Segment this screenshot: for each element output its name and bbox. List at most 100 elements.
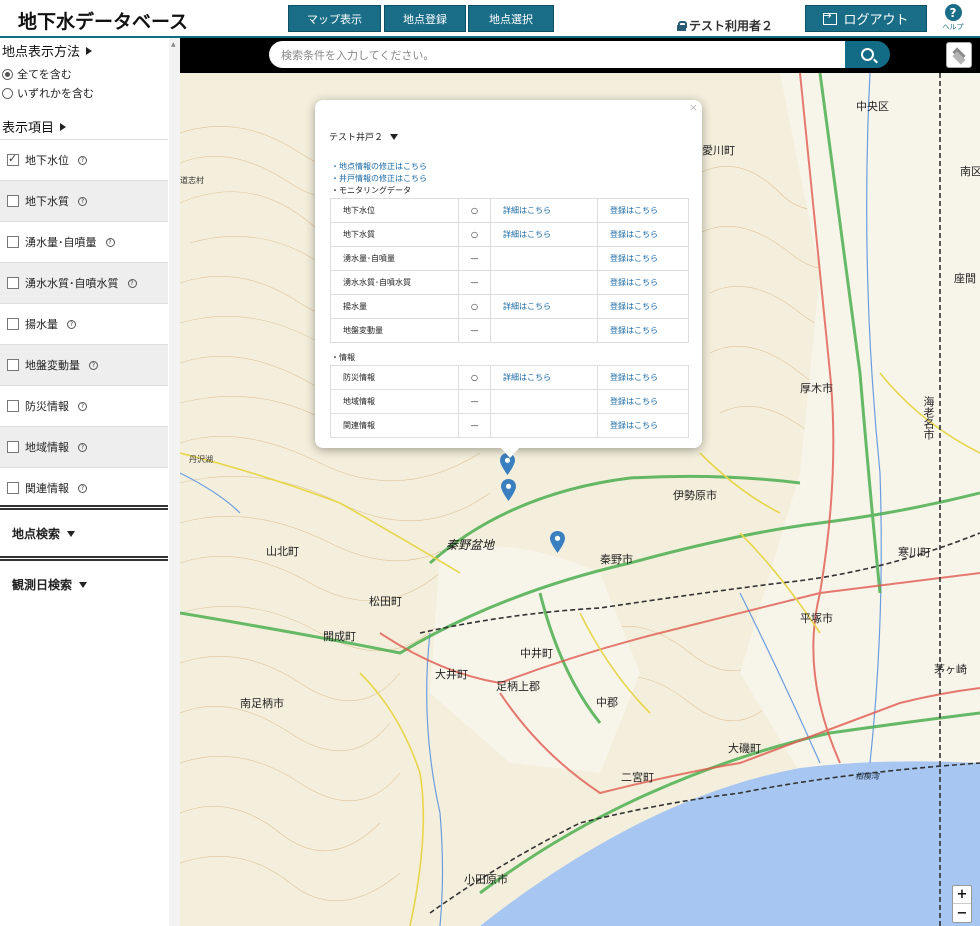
radio-all-button[interactable] <box>2 68 13 80</box>
map-label: 丹沢湖 <box>189 455 213 464</box>
search-input[interactable]: 検索条件を入力してください。 <box>269 41 847 68</box>
info-table: 防災情報 ○ 詳細はこちら 登録はこちら 地域情報 — 登録はこちら 関連情報 — 登録はこちら <box>330 365 689 438</box>
question-icon[interactable]: ? <box>78 196 87 206</box>
map-area[interactable]: 中央区 南区 愛川町 座間 厚木市 海老名市 伊勢原市 秦野盆地 秦野市 寒川町… <box>180 38 980 926</box>
register-link[interactable]: 登録はこちら <box>597 270 689 295</box>
display-method-heading[interactable]: 地点表示方法 <box>2 41 93 60</box>
popup-table-row: 地盤変動量 — 登録はこちら <box>330 318 689 343</box>
map-label: 南足柄市 <box>240 697 284 710</box>
sidebar-scrollbar[interactable]: ▲ <box>169 38 180 926</box>
detail-link <box>490 413 598 438</box>
well-marker-pin[interactable] <box>501 479 516 501</box>
zoom-in-button[interactable]: + <box>953 886 971 904</box>
display-item-checkbox[interactable] <box>7 482 19 494</box>
divider <box>0 556 168 561</box>
map-label: 寒川町 <box>898 546 931 559</box>
register-link[interactable]: 登録はこちら <box>597 389 689 414</box>
detail-link[interactable]: 詳細はこちら <box>490 198 598 223</box>
detail-link[interactable]: 詳細はこちら <box>490 365 598 390</box>
date-search-toggle[interactable]: 観測日検索 <box>12 576 88 593</box>
display-item-checkbox[interactable] <box>7 195 19 207</box>
map-label: 松田町 <box>369 595 402 608</box>
help-button[interactable]: ? ヘルプ <box>939 4 967 32</box>
map-label: 南区 <box>960 165 980 178</box>
register-link[interactable]: 登録はこちら <box>597 294 689 319</box>
map-label: 大磯町 <box>728 742 761 755</box>
display-item-checkbox[interactable] <box>7 152 19 166</box>
display-item-checkbox[interactable] <box>7 441 19 453</box>
map-label: 開成町 <box>323 630 356 643</box>
logout-label: ログアウト <box>843 13 909 28</box>
display-item-row[interactable]: 揚水量? <box>0 303 168 344</box>
map-label: 中央区 <box>856 100 889 113</box>
map-label: 山北町 <box>266 545 299 558</box>
search-button[interactable] <box>845 41 890 68</box>
radio-all[interactable]: 全てを含む <box>2 66 72 82</box>
question-icon[interactable]: ? <box>78 155 87 165</box>
radio-any[interactable]: いずれかを含む <box>2 85 94 101</box>
display-item-checkbox[interactable] <box>7 400 19 412</box>
map-label: 小田原市 <box>464 873 508 886</box>
logout-button[interactable]: ログアウト <box>805 5 927 32</box>
popup-title[interactable]: テスト井戸２ <box>329 130 399 143</box>
question-icon[interactable]: ? <box>78 483 87 493</box>
display-item-checkbox[interactable] <box>7 318 19 330</box>
radio-all-label: 全てを含む <box>17 68 72 81</box>
map-label: 平塚市 <box>800 612 833 625</box>
header: 地下水データベース マップ表示 地点登録 地点選択 テスト利用者２ ログアウト … <box>0 0 980 38</box>
point-search-toggle[interactable]: 地点検索 <box>12 525 76 542</box>
nav-select-point-button[interactable]: 地点選択 <box>468 5 554 32</box>
edit-well-link[interactable]: ・井戸情報の修正はこちら <box>331 173 427 184</box>
register-link[interactable]: 登録はこちら <box>597 365 689 390</box>
question-icon[interactable]: ? <box>78 401 87 411</box>
detail-link[interactable]: 詳細はこちら <box>490 294 598 319</box>
radio-any-button[interactable] <box>2 87 13 99</box>
display-item-row[interactable]: 地盤変動量? <box>0 344 168 385</box>
map-label: 座間 <box>954 272 976 285</box>
edit-point-link[interactable]: ・地点情報の修正はこちら <box>331 161 427 172</box>
divider <box>0 505 168 510</box>
display-item-row[interactable]: 関連情報? <box>0 467 168 508</box>
well-marker-pin[interactable] <box>550 531 565 553</box>
register-link[interactable]: 登録はこちら <box>597 222 689 247</box>
display-items-heading[interactable]: 表示項目 <box>2 117 67 136</box>
layers-button[interactable] <box>946 42 972 68</box>
display-item-checkbox[interactable] <box>7 236 19 248</box>
register-link[interactable]: 登録はこちら <box>597 198 689 223</box>
popup-title-label: テスト井戸２ <box>329 133 384 143</box>
popup-tail <box>500 447 520 458</box>
display-item-row[interactable]: 地域情報? <box>0 426 168 467</box>
question-icon[interactable]: ? <box>78 442 87 452</box>
nav-map-button[interactable]: マップ表示 <box>288 5 381 32</box>
register-link[interactable]: 登録はこちら <box>597 246 689 271</box>
popup-table-row: 地下水質 ○ 詳細はこちら 登録はこちら <box>330 222 689 247</box>
display-item-row[interactable]: 湧水水質･自噴水質? <box>0 262 168 303</box>
map-label: 愛川町 <box>702 144 735 157</box>
map-label: 足柄上郡 <box>496 680 540 693</box>
display-item-label: 地下水位 <box>25 154 69 167</box>
map-label: 相模湾 <box>855 772 879 781</box>
date-search-label: 観測日検索 <box>12 578 73 592</box>
register-link[interactable]: 登録はこちら <box>597 318 689 343</box>
detail-link[interactable]: 詳細はこちら <box>490 222 598 247</box>
display-item-row[interactable]: 防災情報? <box>0 385 168 426</box>
display-item-row[interactable]: 地下水位? <box>0 139 168 180</box>
display-item-checkbox[interactable] <box>7 359 19 371</box>
nav-register-point-button[interactable]: 地点登録 <box>384 5 466 32</box>
scroll-up-icon[interactable]: ▲ <box>171 41 176 48</box>
question-icon[interactable]: ? <box>67 319 76 329</box>
map-label: 秦野盆地 <box>446 538 495 552</box>
map-label: 中郡 <box>596 696 618 709</box>
question-icon[interactable]: ? <box>105 237 115 247</box>
zoom-out-button[interactable]: − <box>953 904 971 922</box>
display-item-row[interactable]: 湧水量･自噴量? <box>0 221 168 262</box>
register-link[interactable]: 登録はこちら <box>597 413 689 438</box>
display-item-label: 地下水質 <box>25 195 69 208</box>
triangle-down-icon <box>79 581 88 588</box>
display-item-row[interactable]: 地下水質? <box>0 180 168 221</box>
map-label: 道志村 <box>180 176 204 185</box>
popup-close-icon[interactable]: × <box>689 101 698 114</box>
question-icon[interactable]: ? <box>89 360 98 370</box>
question-icon[interactable]: ? <box>127 278 137 288</box>
display-item-checkbox[interactable] <box>7 277 19 289</box>
